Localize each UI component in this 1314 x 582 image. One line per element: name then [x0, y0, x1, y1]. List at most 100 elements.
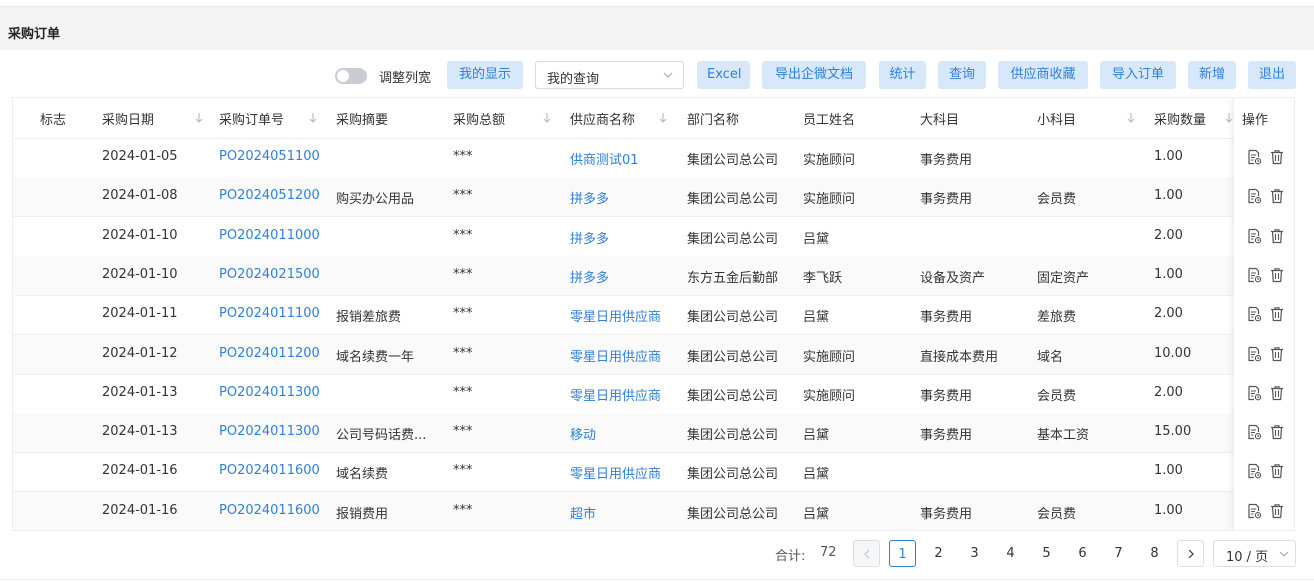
next-page-button[interactable]: [1177, 540, 1204, 567]
chevron-down-icon: [1279, 551, 1289, 557]
page-size-select[interactable]: 10 / 页: [1213, 540, 1296, 567]
import-order-button[interactable]: 导入订单: [1100, 61, 1176, 89]
cell-purchase-date: 2024-01-12: [102, 345, 178, 361]
trash-icon[interactable]: [1269, 346, 1285, 362]
cell-order-no-link[interactable]: PO2024051100: [219, 149, 320, 164]
document-edit-icon[interactable]: [1246, 228, 1262, 244]
table-row[interactable]: 2024-01-13 PO2024011300 *** 零星日用供应商 集团公司总公司 实…: [13, 374, 1294, 414]
document-edit-icon[interactable]: [1246, 503, 1262, 519]
trash-icon[interactable]: [1269, 228, 1285, 244]
trash-icon[interactable]: [1269, 503, 1285, 519]
table-row[interactable]: 2024-01-13 PO2024011300 公司号码话费... *** 移动 集团公司…: [13, 413, 1294, 454]
cell-order-no-link[interactable]: PO2024011600: [219, 463, 320, 478]
cell-supplier-name-link[interactable]: 拼多多: [570, 188, 609, 207]
cell-order-no-link[interactable]: PO2024011300: [219, 385, 320, 400]
sort-arrow-icon[interactable]: [659, 112, 667, 124]
document-edit-icon[interactable]: [1246, 463, 1262, 479]
supplier-favorites-button[interactable]: 供应商收藏: [998, 61, 1088, 89]
cell-order-no-link[interactable]: PO2024011300: [219, 424, 320, 439]
cell-major-subject: 设备及资产: [920, 270, 986, 286]
page-8-button[interactable]: 8: [1141, 540, 1168, 567]
document-edit-icon[interactable]: [1246, 424, 1262, 440]
column-header-supplier-name[interactable]: 供应商名称: [570, 109, 635, 128]
cell-supplier-name-link[interactable]: 拼多多: [570, 267, 609, 286]
table-row[interactable]: 2024-01-11 PO2024011100 报销差旅费 *** 零星日用供应商 集团公…: [13, 295, 1294, 336]
table-row[interactable]: 2024-01-12 PO2024011200 域名续费一年 *** 零星日用供应商 集团…: [13, 334, 1294, 375]
cell-supplier-name-link[interactable]: 拼多多: [570, 228, 609, 247]
sort-arrow-icon[interactable]: [195, 112, 203, 124]
add-button[interactable]: 新增: [1188, 61, 1236, 89]
column-header-order-no[interactable]: 采购订单号: [219, 109, 284, 128]
adjust-column-width-toggle[interactable]: [335, 68, 367, 84]
cell-supplier-name-link[interactable]: 零星日用供应商: [570, 346, 661, 365]
cell-purchase-date: 2024-01-16: [102, 463, 178, 479]
document-edit-icon[interactable]: [1246, 306, 1262, 322]
cell-summary: 报销差旅费: [336, 310, 402, 326]
cell-supplier-name-link[interactable]: 零星日用供应商: [570, 306, 661, 325]
page-2-button[interactable]: 2: [925, 540, 952, 567]
trash-icon[interactable]: [1269, 463, 1285, 479]
statistics-button[interactable]: 统计: [879, 61, 926, 89]
cell-total-amount: ***: [453, 345, 473, 361]
column-header-purchase-date[interactable]: 采购日期: [102, 109, 154, 128]
trash-icon[interactable]: [1269, 149, 1285, 165]
table-row[interactable]: 2024-01-05 PO2024051100 *** 供商测试01 集团公司总公司 实施…: [13, 138, 1294, 178]
cell-order-no-link[interactable]: PO2024051200: [219, 188, 320, 203]
cell-supplier-name-link[interactable]: 超市: [570, 503, 596, 522]
page-7-button[interactable]: 7: [1105, 540, 1132, 567]
table-row[interactable]: 2024-01-08 PO2024051200 购买办公用品 *** 拼多多 集团公司总公…: [13, 177, 1294, 218]
query-button[interactable]: 查询: [938, 61, 986, 89]
sort-arrow-icon[interactable]: [543, 112, 551, 124]
cell-supplier-name-link[interactable]: 零星日用供应商: [570, 385, 661, 404]
table-row[interactable]: 2024-01-10 PO2024021500 *** 拼多多 东方五金后勤部 李飞跃 设备…: [13, 255, 1294, 296]
trash-icon[interactable]: [1269, 424, 1285, 440]
my-query-select[interactable]: 我的查询: [535, 61, 684, 89]
cell-supplier-name-link[interactable]: 供商测试01: [570, 149, 639, 168]
document-edit-icon[interactable]: [1246, 385, 1262, 401]
cell-order-no-link[interactable]: PO2024011100: [219, 306, 320, 321]
document-edit-icon[interactable]: [1246, 149, 1262, 165]
column-header-summary: 采购摘要: [336, 113, 389, 128]
column-header-quantity[interactable]: 采购数量: [1154, 109, 1206, 128]
page-6-button[interactable]: 6: [1069, 540, 1096, 567]
cell-order-no-link[interactable]: PO2024021500: [219, 267, 320, 282]
page-3-button[interactable]: 3: [961, 540, 988, 567]
trash-icon[interactable]: [1269, 306, 1285, 322]
column-header-minor-subject[interactable]: 小科目: [1037, 109, 1076, 128]
sort-arrow-icon[interactable]: [1127, 112, 1135, 124]
column-header-employee: 员工姓名: [803, 113, 856, 128]
trash-icon[interactable]: [1269, 385, 1285, 401]
page-1-button[interactable]: 1: [889, 540, 916, 567]
column-header-operation: 操作: [1242, 113, 1269, 128]
table-row[interactable]: 2024-01-10 PO2024011000 *** 拼多多 集团公司总公司 吕黛 2.0…: [13, 217, 1294, 257]
page-header: 采购订单: [0, 6, 1314, 50]
document-edit-icon[interactable]: [1246, 267, 1262, 283]
cell-order-no-link[interactable]: PO2024011600: [219, 503, 320, 518]
excel-button[interactable]: Excel: [697, 61, 750, 89]
cell-supplier-name-link[interactable]: 移动: [570, 424, 596, 443]
chevron-down-icon: [663, 72, 673, 78]
trash-icon[interactable]: [1269, 188, 1285, 204]
column-header-total-amount[interactable]: 采购总额: [453, 109, 505, 128]
table-row[interactable]: 2024-01-16 PO2024011600 报销费用 *** 超市 集团公司总公司 吕黛…: [13, 491, 1294, 530]
cell-major-subject: 事务费用: [920, 506, 973, 522]
cell-supplier-name-link[interactable]: 零星日用供应商: [570, 463, 661, 482]
export-wecom-doc-button[interactable]: 导出企微文档: [762, 61, 866, 89]
sort-arrow-icon[interactable]: [1225, 112, 1233, 124]
page-5-button[interactable]: 5: [1033, 540, 1060, 567]
my-display-button[interactable]: 我的显示: [447, 61, 523, 89]
cell-order-no-link[interactable]: PO2024011000: [219, 228, 320, 243]
exit-button[interactable]: 退出: [1248, 61, 1296, 89]
trash-icon[interactable]: [1269, 267, 1285, 283]
cell-order-no-link[interactable]: PO2024011200: [219, 346, 320, 361]
cell-purchase-date: 2024-01-10: [102, 227, 178, 243]
page-size-value: 10 / 页: [1226, 550, 1269, 565]
prev-page-button[interactable]: [853, 540, 880, 567]
page-4-button[interactable]: 4: [997, 540, 1024, 567]
cell-quantity: 2.00: [1154, 227, 1183, 243]
document-edit-icon[interactable]: [1246, 188, 1262, 204]
my-query-value: 我的查询: [547, 72, 600, 87]
sort-arrow-icon[interactable]: [309, 112, 317, 124]
table-row[interactable]: 2024-01-16 PO2024011600 域名续费 *** 零星日用供应商 集团公司…: [13, 452, 1294, 493]
document-edit-icon[interactable]: [1246, 346, 1262, 362]
